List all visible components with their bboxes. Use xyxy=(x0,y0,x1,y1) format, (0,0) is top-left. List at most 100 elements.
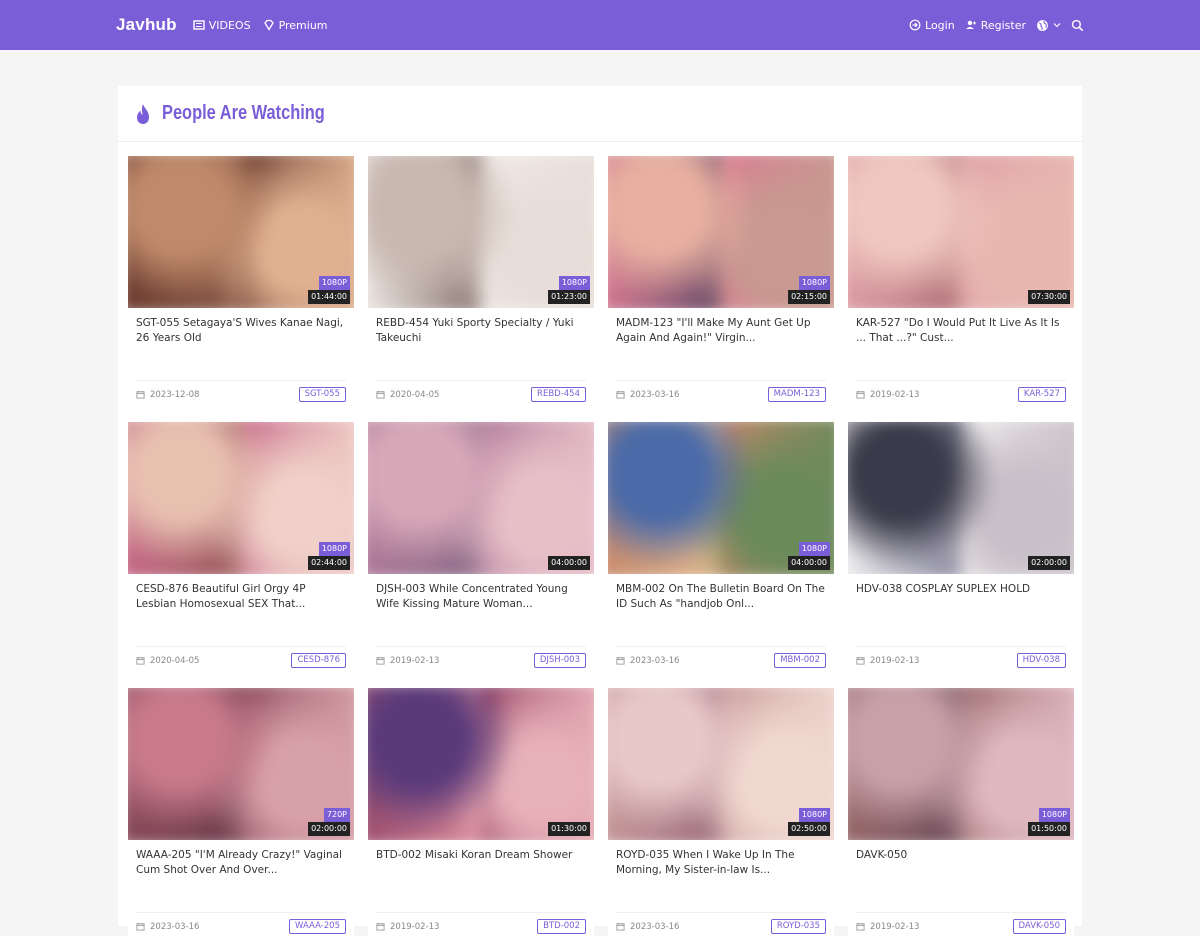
video-code-tag[interactable]: BTD-002 xyxy=(537,919,586,934)
diamond-icon xyxy=(263,19,274,31)
video-thumbnail[interactable]: 1080P 02:50:00 xyxy=(608,688,834,840)
video-code-tag[interactable]: CESD-876 xyxy=(291,653,346,668)
video-thumbnail[interactable]: 1080P 02:44:00 xyxy=(128,422,354,574)
video-thumbnail[interactable]: 1080P 01:44:00 xyxy=(128,156,354,308)
video-title[interactable]: ROYD-035 When I Wake Up In The Morning, … xyxy=(608,840,834,902)
video-date-text: 2019-02-13 xyxy=(390,921,440,932)
video-date-text: 2023-03-16 xyxy=(630,921,680,932)
video-date: 2019-02-13 xyxy=(856,656,919,666)
video-date: 2023-03-16 xyxy=(616,656,679,666)
video-code-tag[interactable]: ROYD-035 xyxy=(770,919,826,934)
video-title[interactable]: MBM-002 On The Bulletin Board On The ID … xyxy=(608,574,834,636)
video-card[interactable]: 1080P 02:44:00 CESD-876 Beautiful Girl O… xyxy=(128,422,354,670)
calendar-icon xyxy=(136,922,145,931)
duration-badge: 01:50:00 xyxy=(1028,822,1070,836)
video-code-tag[interactable]: MADM-123 xyxy=(767,387,826,402)
resolution-badge: 1080P xyxy=(558,276,590,290)
video-date: 2019-02-13 xyxy=(856,922,919,932)
video-meta: 2023-12-08 SGT-055 xyxy=(136,380,346,402)
video-thumbnail[interactable]: 1080P 02:15:00 xyxy=(608,156,834,308)
thumbnail-badges: 07:30:00 xyxy=(1028,290,1070,304)
nav-videos-label: VIDEOS xyxy=(208,18,251,32)
language-selector[interactable] xyxy=(1036,19,1061,32)
video-code-tag[interactable]: WAAA-205 xyxy=(289,919,346,934)
video-date-text: 2023-03-16 xyxy=(630,389,680,400)
calendar-icon xyxy=(856,390,865,399)
section-header: People Are Watching xyxy=(118,86,1082,142)
video-title[interactable]: CESD-876 Beautiful Girl Orgy 4P Lesbian … xyxy=(128,574,354,636)
video-date: 2020-04-05 xyxy=(136,656,199,666)
brand-logo[interactable]: Javhub xyxy=(116,15,177,35)
nav-premium[interactable]: Premium xyxy=(263,19,328,32)
video-meta: 2019-02-13 DJSH-003 xyxy=(376,646,586,668)
nav-premium-label: Premium xyxy=(278,18,328,32)
video-card[interactable]: 01:30:00 BTD-002 Misaki Koran Dream Show… xyxy=(368,688,594,936)
calendar-icon xyxy=(376,656,385,665)
video-grid: 1080P 01:44:00 SGT-055 Setagaya'S Wives … xyxy=(128,156,1074,936)
video-date-text: 2023-03-16 xyxy=(630,655,680,666)
video-code-tag[interactable]: SGT-055 xyxy=(298,387,346,402)
calendar-icon xyxy=(136,390,145,399)
thumbnail-image xyxy=(368,688,594,840)
duration-badge: 02:00:00 xyxy=(308,822,350,836)
video-code-tag[interactable]: DJSH-003 xyxy=(533,653,586,668)
video-title[interactable]: WAAA-205 "I'M Already Crazy!" Vaginal Cu… xyxy=(128,840,354,902)
search-button[interactable] xyxy=(1071,19,1084,32)
video-card[interactable]: 07:30:00 KAR-527 "Do I Would Put It Live… xyxy=(848,156,1074,404)
video-thumbnail[interactable]: 02:00:00 xyxy=(848,422,1074,574)
video-title[interactable]: MADM-123 "I'll Make My Aunt Get Up Again… xyxy=(608,308,834,370)
video-card[interactable]: 1080P 01:50:00 DAVK-050 2019-02-13 DAVK-… xyxy=(848,688,1074,936)
video-date: 2019-02-13 xyxy=(376,922,439,932)
video-title[interactable]: HDV-038 COSPLAY SUPLEX HOLD xyxy=(848,574,1074,636)
video-thumbnail[interactable]: 07:30:00 xyxy=(848,156,1074,308)
video-thumbnail[interactable]: 04:00:00 xyxy=(368,422,594,574)
video-code-tag[interactable]: KAR-527 xyxy=(1017,387,1066,402)
video-title[interactable]: DAVK-050 xyxy=(848,840,1074,902)
video-meta: 2023-03-16 ROYD-035 xyxy=(616,912,826,934)
video-code-tag[interactable]: REBD-454 xyxy=(531,387,586,402)
section-title: People Are Watching xyxy=(162,102,325,124)
video-thumbnail[interactable]: 1080P 01:23:00 xyxy=(368,156,594,308)
video-thumbnail[interactable]: 720P 02:00:00 xyxy=(128,688,354,840)
duration-badge: 07:30:00 xyxy=(1028,290,1070,304)
video-card[interactable]: 02:00:00 HDV-038 COSPLAY SUPLEX HOLD 201… xyxy=(848,422,1074,670)
duration-badge: 02:50:00 xyxy=(788,822,830,836)
video-date-text: 2019-02-13 xyxy=(870,921,920,932)
people-watching-panel: People Are Watching 1080P 01:44:00 SGT-0… xyxy=(118,86,1082,936)
video-title[interactable]: SGT-055 Setagaya'S Wives Kanae Nagi, 26 … xyxy=(128,308,354,370)
video-code-tag[interactable]: DAVK-050 xyxy=(1012,919,1066,934)
video-title[interactable]: DJSH-003 While Concentrated Young Wife K… xyxy=(368,574,594,636)
video-date: 2023-12-08 xyxy=(136,390,199,400)
video-card[interactable]: 1080P 02:15:00 MADM-123 "I'll Make My Au… xyxy=(608,156,834,404)
user-plus-icon xyxy=(965,20,976,29)
video-code-tag[interactable]: MBM-002 xyxy=(774,653,826,668)
thumbnail-image xyxy=(848,422,1074,574)
video-meta: 2023-03-16 WAAA-205 xyxy=(136,912,346,934)
video-date-text: 2023-12-08 xyxy=(150,389,200,400)
chevron-down-icon xyxy=(1053,23,1061,28)
video-title[interactable]: BTD-002 Misaki Koran Dream Shower xyxy=(368,840,594,902)
duration-badge: 04:00:00 xyxy=(788,556,830,570)
register-link[interactable]: Register xyxy=(965,19,1026,32)
video-meta: 2023-03-16 MADM-123 xyxy=(616,380,826,402)
video-code-tag[interactable]: HDV-038 xyxy=(1016,653,1066,668)
video-thumbnail[interactable]: 1080P 01:50:00 xyxy=(848,688,1074,840)
thumbnail-badges: 04:00:00 xyxy=(548,556,590,570)
video-card[interactable]: 1080P 01:44:00 SGT-055 Setagaya'S Wives … xyxy=(128,156,354,404)
nav-videos[interactable]: VIDEOS xyxy=(193,19,251,32)
video-thumbnail[interactable]: 1080P 04:00:00 xyxy=(608,422,834,574)
video-date: 2023-03-16 xyxy=(136,922,199,932)
video-card[interactable]: 1080P 02:50:00 ROYD-035 When I Wake Up I… xyxy=(608,688,834,936)
video-title[interactable]: KAR-527 "Do I Would Put It Live As It Is… xyxy=(848,308,1074,370)
video-card[interactable]: 720P 02:00:00 WAAA-205 "I'M Already Craz… xyxy=(128,688,354,936)
video-title[interactable]: REBD-454 Yuki Sporty Specialty / Yuki Ta… xyxy=(368,308,594,370)
calendar-icon xyxy=(616,922,625,931)
video-card[interactable]: 1080P 01:23:00 REBD-454 Yuki Sporty Spec… xyxy=(368,156,594,404)
thumbnail-badges: 1080P 02:50:00 xyxy=(788,808,830,836)
video-date: 2023-03-16 xyxy=(616,390,679,400)
video-card[interactable]: 04:00:00 DJSH-003 While Concentrated You… xyxy=(368,422,594,670)
video-thumbnail[interactable]: 01:30:00 xyxy=(368,688,594,840)
video-card[interactable]: 1080P 04:00:00 MBM-002 On The Bulletin B… xyxy=(608,422,834,670)
duration-badge: 02:44:00 xyxy=(308,556,350,570)
login-link[interactable]: Login xyxy=(909,19,955,32)
